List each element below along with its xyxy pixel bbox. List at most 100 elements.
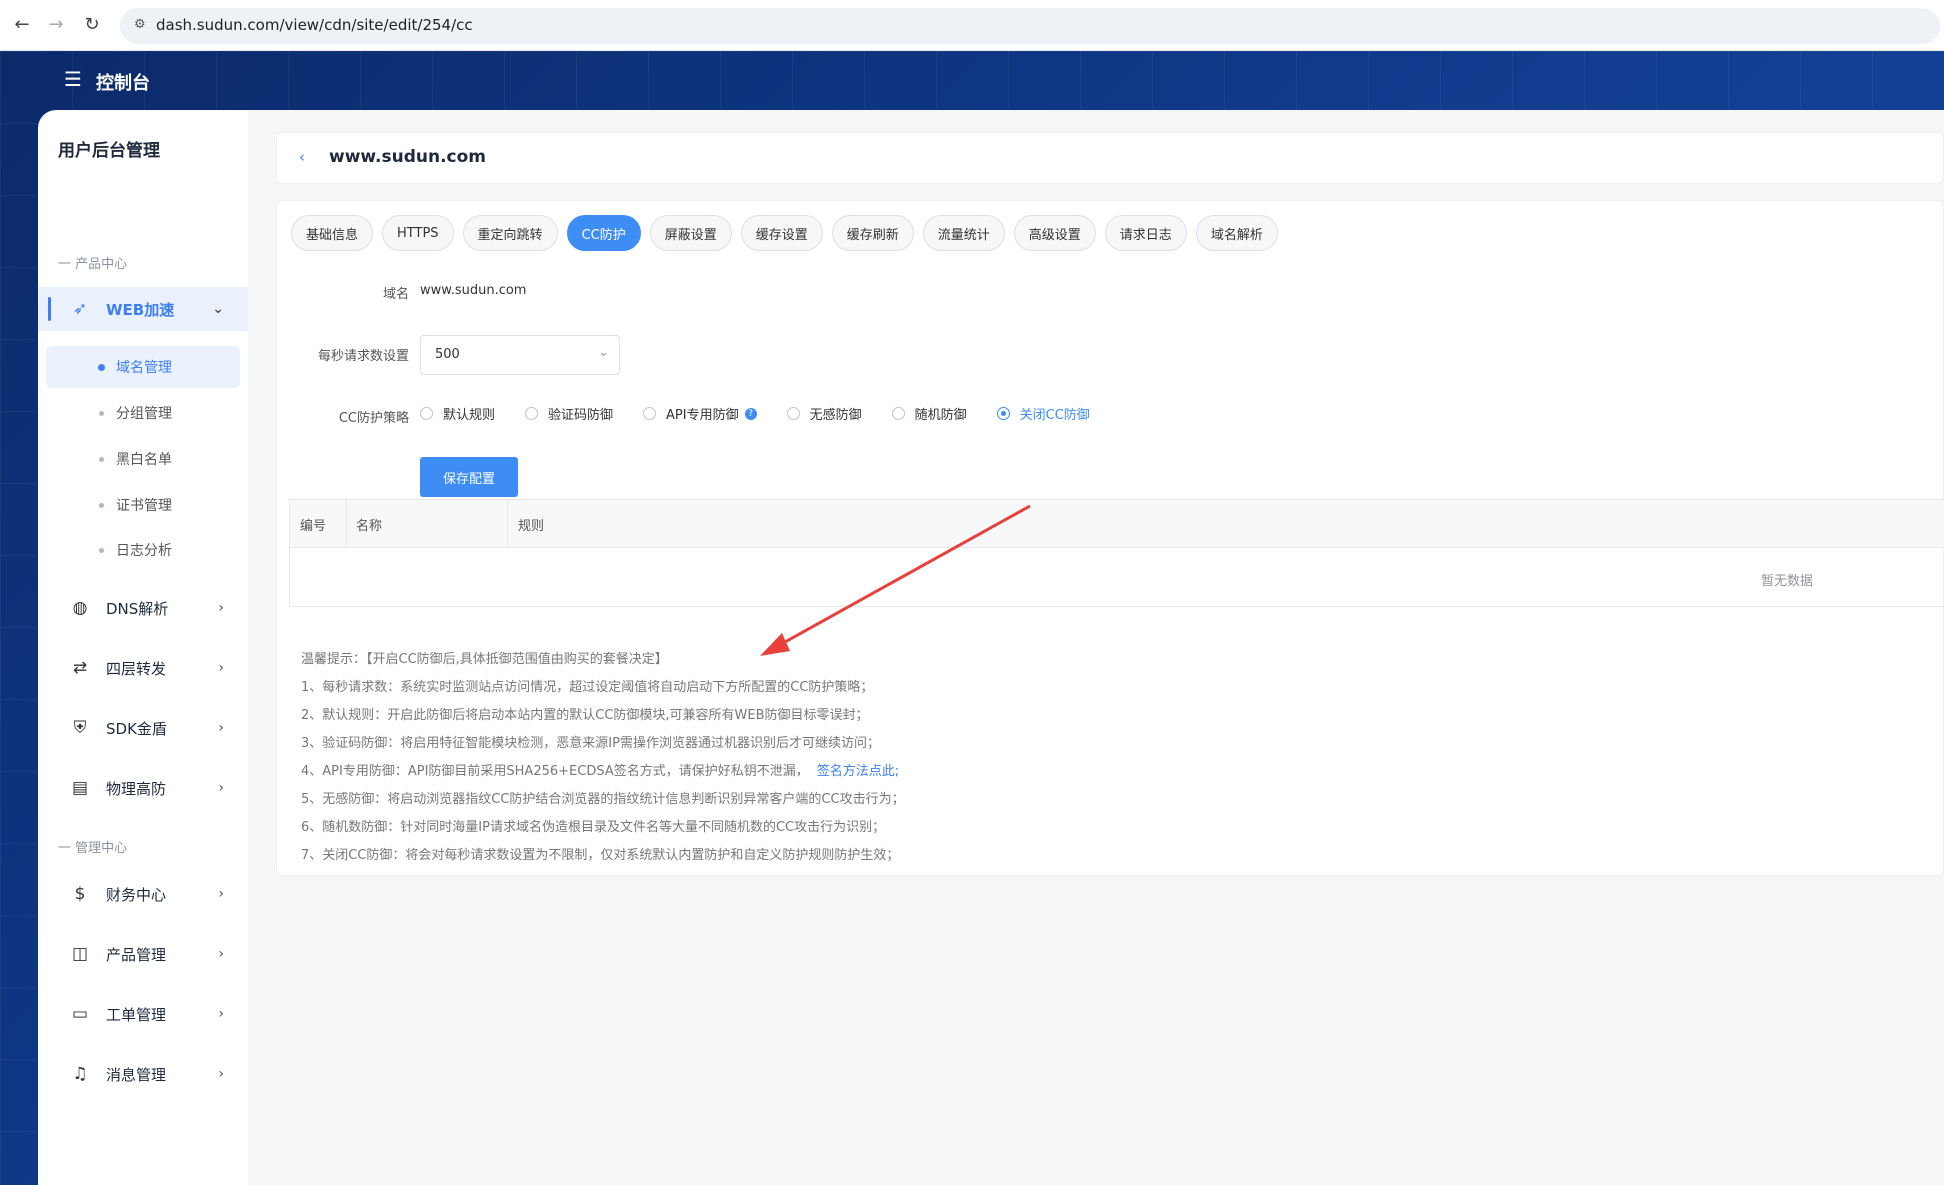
document-icon: ▭ — [71, 1004, 89, 1024]
sidebar-item-messages[interactable]: ♫ 消息管理 › — [38, 1052, 248, 1096]
site-info-icon[interactable]: ⚙ — [134, 17, 146, 32]
sidebar-subitem-groups[interactable]: 分组管理 — [46, 392, 240, 434]
tab-request-log[interactable]: 请求日志 — [1104, 215, 1187, 251]
sidebar-item-label: 产品管理 — [106, 945, 167, 964]
sidebar-item-finance[interactable]: $ 财务中心 › — [38, 872, 248, 916]
sidebar-subitem-label: 黑白名单 — [116, 452, 172, 468]
radio-label: 随机防御 — [914, 408, 967, 423]
column-divider — [507, 500, 508, 548]
back-arrow-icon[interactable]: ← — [10, 13, 34, 37]
sidebar-item-dns[interactable]: ◍ DNS解析 › — [38, 586, 248, 630]
bullet-icon — [99, 547, 104, 553]
rules-table: 编号 名称 规则 暂无数据 — [289, 499, 1944, 607]
tab-block-settings[interactable]: 屏蔽设置 — [649, 215, 732, 251]
sidebar-subitem-domains[interactable]: 域名管理 — [46, 346, 240, 388]
rps-select[interactable]: 500 ⌄ — [420, 335, 620, 375]
page-title: www.sudun.com — [329, 147, 487, 167]
sidebar-item-tickets[interactable]: ▭ 工单管理 › — [38, 992, 248, 1036]
tip-line: 5、无感防御：将启动浏览器指纹CC防护结合浏览器的指纹统计信息判断识别异常客户端… — [301, 792, 905, 807]
radio-label: API专用防御 — [666, 408, 739, 423]
bell-icon: ♫ — [72, 1064, 88, 1084]
forward-arrow-icon[interactable]: → — [44, 13, 68, 37]
bullet-icon — [98, 363, 105, 371]
reload-icon[interactable]: ↻ — [80, 13, 104, 37]
cc-settings-card: 基础信息 HTTPS 重定向跳转 CC防护 屏蔽设置 缓存设置 缓存刷新 流量统… — [276, 200, 1944, 876]
page-header-card: ‹ www.sudun.com — [276, 132, 1944, 184]
tab-basic-info[interactable]: 基础信息 — [291, 215, 374, 251]
tip-line: 4、API专用防御：API防御目前采用SHA256+ECDSA签名方式，请保护好… — [301, 764, 809, 779]
tab-cache-settings[interactable]: 缓存设置 — [740, 215, 823, 251]
domain-label: 域名 — [382, 287, 409, 302]
strategy-radio-group: 默认规则 验证码防御 API专用防御 ? 无感防御 随机防御 关闭CC防御 — [420, 404, 1120, 423]
sidebar-subitem-logs[interactable]: 日志分析 — [46, 529, 240, 571]
radio-label: 无感防御 — [809, 408, 862, 423]
tab-advanced[interactable]: 高级设置 — [1013, 215, 1096, 251]
radio-circle — [786, 407, 800, 420]
sidebar-item-web-accel[interactable]: ➶ WEB加速 ⌄ — [38, 287, 248, 331]
main-content: ‹ www.sudun.com 基础信息 HTTPS 重定向跳转 CC防护 屏蔽… — [248, 110, 1944, 1185]
rps-label: 每秒请求数设置 — [317, 349, 409, 364]
radio-invisible-defense[interactable]: 无感防御 — [786, 404, 862, 423]
table-empty-text: 暂无数据 — [1760, 574, 1814, 589]
save-config-button[interactable]: 保存配置 — [420, 457, 518, 497]
tab-redirect[interactable]: 重定向跳转 — [462, 215, 558, 251]
signature-method-link[interactable]: 签名方法点此; — [817, 764, 899, 779]
back-chevron-icon[interactable]: ‹ — [299, 148, 305, 166]
sidebar-title: 用户后台管理 — [58, 141, 160, 161]
radio-api-defense[interactable]: API专用防御 ? — [643, 404, 757, 423]
sidebar-subitem-label: 域名管理 — [116, 360, 172, 376]
bullet-icon — [99, 502, 104, 508]
globe-icon: ◍ — [72, 598, 88, 618]
radio-default-rule[interactable]: 默认规则 — [420, 404, 495, 423]
tips-title: 温馨提示：【开启CC防御后,具体抵御范围值由购买的套餐决定】 — [301, 652, 668, 667]
tab-cc-protection[interactable]: CC防护 — [566, 215, 641, 251]
tip-line: 6、随机数防御：针对同时海量IP请求域名伪造根目录及文件名等大量不同随机数的CC… — [301, 820, 886, 835]
sidebar-subitem-certificates[interactable]: 证书管理 — [46, 484, 240, 526]
tab-https[interactable]: HTTPS — [382, 215, 454, 251]
strategy-label: CC防护策略 — [338, 411, 409, 426]
sidebar-subitem-blacklist[interactable]: 黑白名单 — [46, 438, 240, 480]
tab-traffic-stats[interactable]: 流量统计 — [922, 215, 1005, 251]
sidebar-item-label: 工单管理 — [106, 1005, 167, 1024]
tips-section: 温馨提示：【开启CC防御后,具体抵御范围值由购买的套餐决定】 1、每秒请求数：系… — [301, 646, 905, 870]
chevron-down-icon: ⌄ — [212, 301, 224, 317]
sidebar-item-sdk-shield[interactable]: ⛨ SDK金盾 › — [38, 706, 248, 750]
sidebar-item-l4-forward[interactable]: ⇄ 四层转发 › — [38, 646, 248, 690]
sidebar-item-label: 消息管理 — [106, 1065, 167, 1084]
radio-circle — [643, 407, 657, 420]
radio-circle — [996, 407, 1010, 420]
help-icon[interactable]: ? — [744, 407, 757, 420]
sidebar-item-products[interactable]: ◫ 产品管理 › — [38, 932, 248, 976]
tip-line: 7、关闭CC防御：将会对每秒请求数设置为不限制，仅对系统默认内置防护和自定义防护… — [301, 848, 900, 863]
radio-label: 关闭CC防御 — [1019, 408, 1090, 423]
radio-captcha[interactable]: 验证码防御 — [525, 404, 613, 423]
chevron-right-icon: › — [218, 600, 224, 616]
chevron-right-icon: › — [218, 1066, 224, 1082]
tab-cache-refresh[interactable]: 缓存刷新 — [831, 215, 914, 251]
tab-dns-resolve[interactable]: 域名解析 — [1195, 215, 1278, 251]
browser-toolbar: ← → ↻ ⚙ dash.sudun.com/view/cdn/site/edi… — [0, 0, 1944, 51]
tip-line-with-link: 4、API专用防御：API防御目前采用SHA256+ECDSA签名方式，请保护好… — [301, 758, 905, 786]
address-bar[interactable]: ⚙ dash.sudun.com/view/cdn/site/edit/254/… — [120, 8, 1940, 44]
dollar-icon: $ — [74, 884, 86, 904]
chevron-right-icon: › — [218, 946, 224, 962]
radio-circle — [891, 407, 905, 420]
radio-label: 验证码防御 — [548, 408, 614, 423]
tip-line: 1、每秒请求数：系统实时监测站点访问情况，超过设定阈值将自动启动下方所配置的CC… — [301, 680, 874, 695]
radio-label: 默认规则 — [443, 408, 496, 423]
menu-icon[interactable]: ☰ — [64, 67, 82, 91]
rps-select-value: 500 — [435, 347, 460, 362]
sidebar-item-label: 财务中心 — [106, 885, 167, 904]
shield-icon: ⛨ — [73, 718, 87, 738]
sidebar-item-physical-defense[interactable]: ▤ 物理高防 › — [38, 766, 248, 810]
radio-disable-cc[interactable]: 关闭CC防御 — [996, 404, 1090, 423]
tab-bar: 基础信息 HTTPS 重定向跳转 CC防护 屏蔽设置 缓存设置 缓存刷新 流量统… — [291, 215, 1287, 251]
chevron-right-icon: › — [218, 886, 224, 902]
section-label-product: 一 产品中心 — [58, 257, 128, 272]
bullet-icon — [99, 410, 104, 416]
radio-circle — [420, 407, 433, 420]
chevron-down-icon: ⌄ — [598, 345, 609, 360]
chevron-right-icon: › — [218, 1006, 224, 1022]
sidebar-item-label: WEB加速 — [106, 300, 175, 319]
radio-random-defense[interactable]: 随机防御 — [891, 404, 967, 423]
